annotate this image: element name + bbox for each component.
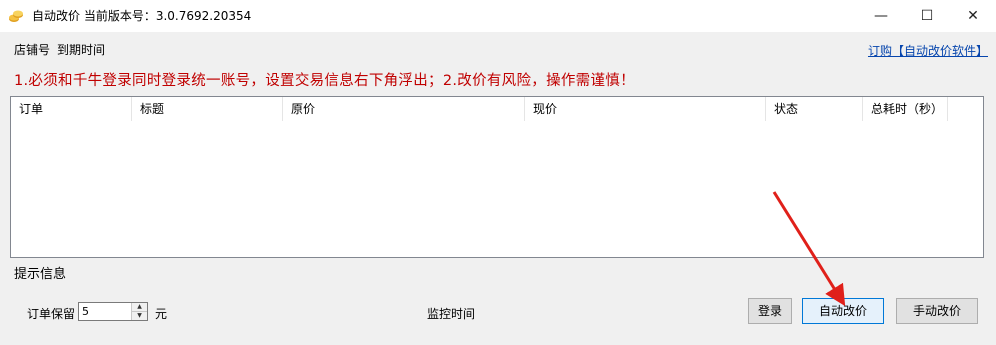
order-keep-input[interactable]	[79, 303, 134, 320]
warning-text: 1.必须和千牛登录同时登录统一账号，设置交易信息右下角浮出；2.改价有风险，操作…	[14, 73, 635, 89]
stepper-down-icon[interactable]: ▼	[132, 312, 147, 320]
unit-label: 元	[155, 307, 168, 321]
column-header-current-price[interactable]: 现价	[525, 97, 766, 121]
order-keep-stepper[interactable]: ▲ ▼	[78, 302, 148, 321]
monitor-time-label: 监控时间	[427, 307, 476, 321]
auto-reprice-button[interactable]: 自动改价	[802, 298, 884, 324]
close-button[interactable]: ✕	[950, 0, 996, 32]
expire-time-label: 到期时间	[57, 43, 106, 57]
column-header-original-price[interactable]: 原价	[283, 97, 525, 121]
manual-reprice-button[interactable]: 手动改价	[896, 298, 978, 324]
orders-table[interactable]: 订单 标题 原价 现价 状态 总耗时（秒）	[10, 96, 984, 258]
column-header-title[interactable]: 标题	[132, 97, 283, 121]
stepper-up-icon[interactable]: ▲	[132, 303, 147, 312]
minimize-button[interactable]: —	[858, 0, 904, 32]
title-bar: 自动改价 当前版本号：3.0.7692.20354 — ☐ ✕	[0, 0, 996, 32]
maximize-button[interactable]: ☐	[904, 0, 950, 32]
hint-info-label: 提示信息	[14, 267, 67, 282]
column-header-total-time[interactable]: 总耗时（秒）	[863, 97, 948, 121]
store-number-label: 店铺号	[14, 43, 51, 57]
window-title: 自动改价 当前版本号：3.0.7692.20354	[32, 9, 252, 23]
table-header: 订单 标题 原价 现价 状态 总耗时（秒）	[11, 97, 983, 122]
login-button[interactable]: 登录	[748, 298, 792, 324]
order-software-link[interactable]: 订购【自动改价软件】	[868, 42, 988, 59]
order-keep-label: 订单保留	[27, 307, 76, 321]
column-header-status[interactable]: 状态	[766, 97, 863, 121]
column-header-order[interactable]: 订单	[11, 97, 132, 121]
coin-stack-icon	[9, 10, 23, 22]
stepper-buttons: ▲ ▼	[131, 303, 147, 320]
